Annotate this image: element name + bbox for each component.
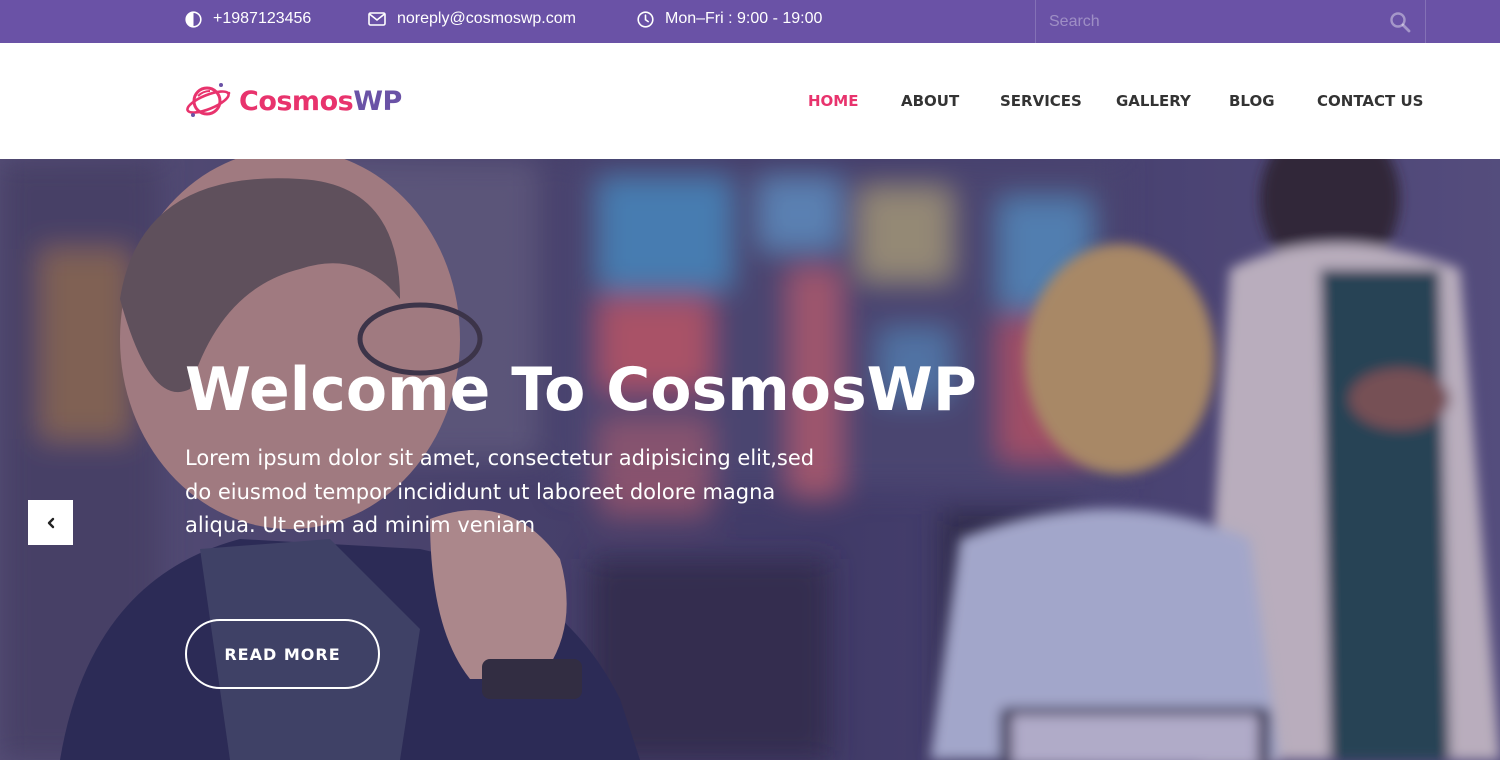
topbar-phone[interactable]: +1987123456 — [185, 0, 311, 38]
hero-slider: Welcome To CosmosWP Lorem ipsum dolor si… — [0, 159, 1500, 760]
hero-description: Lorem ipsum dolor sit amet, consectetur … — [185, 446, 815, 537]
site-header: CosmosWP HOME ABOUT SERVICES GALLERY BLO… — [0, 43, 1500, 159]
main-nav: HOME ABOUT SERVICES GALLERY BLOG CONTACT… — [0, 92, 1500, 112]
topbar-email[interactable]: noreply@cosmoswp.com — [368, 0, 576, 38]
slider-prev-button[interactable] — [28, 500, 73, 545]
read-more-button[interactable]: READ MORE — [185, 619, 380, 689]
nav-services[interactable]: SERVICES — [1000, 92, 1082, 110]
search-box — [1035, 0, 1426, 43]
envelope-icon — [368, 12, 386, 26]
nav-contact-us[interactable]: CONTACT US — [1317, 92, 1423, 110]
top-bar: +1987123456 noreply@cosmoswp.com Mon–Fri… — [0, 0, 1500, 43]
hours-text: Mon–Fri : 9:00 - 19:00 — [665, 10, 823, 27]
search-icon[interactable] — [1389, 11, 1411, 33]
hero-title: Welcome To CosmosWP — [185, 355, 977, 425]
email-text: noreply@cosmoswp.com — [397, 10, 576, 27]
clock-icon — [637, 10, 654, 28]
contrast-circle-icon — [185, 10, 202, 28]
topbar-hours: Mon–Fri : 9:00 - 19:00 — [637, 0, 822, 38]
nav-gallery[interactable]: GALLERY — [1116, 92, 1191, 110]
nav-about[interactable]: ABOUT — [901, 92, 959, 110]
phone-text: +1987123456 — [213, 10, 312, 27]
search-input[interactable] — [1036, 0, 1376, 43]
nav-home[interactable]: HOME — [808, 92, 858, 110]
nav-blog[interactable]: BLOG — [1229, 92, 1275, 110]
chevron-left-icon — [47, 517, 54, 528]
